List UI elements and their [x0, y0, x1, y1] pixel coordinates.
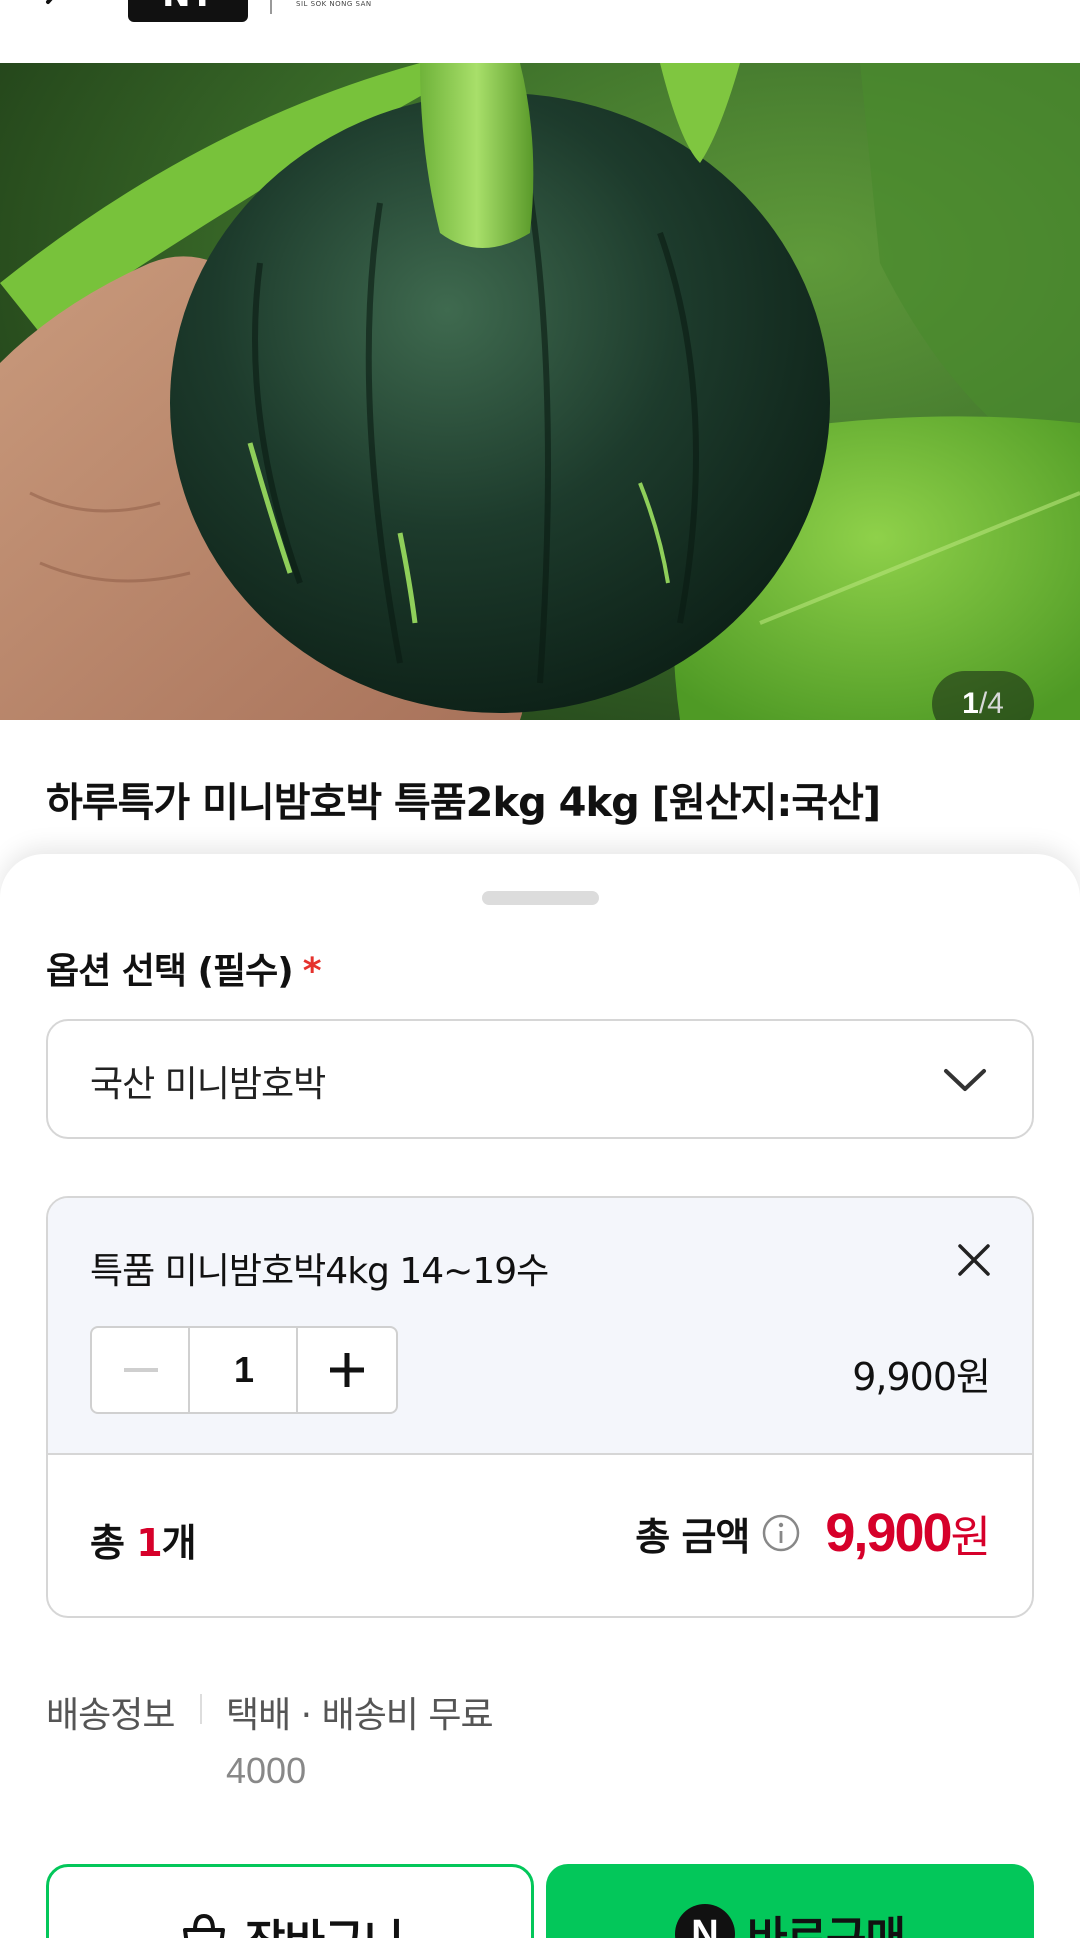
info-icon[interactable] [761, 1513, 801, 1553]
menu-icon[interactable] [972, 0, 1032, 24]
sheet-drag-handle[interactable] [482, 891, 599, 905]
total-amount-label: 총 금액 [635, 1514, 750, 1559]
logo-subtitle: SIL SOK NONG SAN [296, 0, 372, 8]
shipping-method: 택배 · 배송비 무료 [226, 1695, 494, 1736]
plus-icon [330, 1353, 364, 1387]
total-count-value: 1 [136, 1521, 162, 1565]
buy-now-content: N 바로구매 [546, 1902, 1034, 1938]
decrease-button[interactable] [92, 1328, 190, 1412]
close-icon[interactable] [952, 1238, 996, 1282]
quantity-value[interactable]: 1 [192, 1328, 296, 1412]
back-icon[interactable] [34, 0, 78, 24]
cart-icon[interactable] [860, 0, 920, 24]
required-mark: * [302, 951, 322, 992]
product-page: NT SIL SOK NONG SAN [0, 0, 1080, 1938]
option-label: 옵션 선택 (필수) * [46, 942, 322, 994]
counter-current: 1 [962, 687, 979, 720]
buy-now-label: 바로구매 [747, 1902, 906, 1938]
buy-now-button[interactable]: N 바로구매 [546, 1864, 1034, 1938]
selected-item-name: 특품 미니밤호박4kg 14~19수 [90, 1251, 549, 1292]
option-label-text: 옵션 선택 (필수) [46, 951, 294, 992]
naver-pay-icon: N [675, 1904, 736, 1938]
brand-logo[interactable]: NT [128, 0, 248, 22]
add-to-cart-button[interactable]: 장바구니 [46, 1864, 534, 1938]
pumpkin-photo [0, 63, 1080, 720]
product-image-carousel[interactable]: 1/4 [0, 63, 1080, 720]
counter-total: 4 [987, 687, 1004, 720]
purchase-bottom-sheet: 옵션 선택 (필수)* 국산 미니밤호박 특품 미니밤호박4kg 14~19수 [0, 854, 1080, 1938]
total-amount-group: 총 금액 9,900 원 [635, 1498, 991, 1568]
image-counter: 1/4 [932, 671, 1034, 720]
shipping-fee: 4000 [226, 1750, 307, 1791]
total-amount-unit: 원 [950, 1512, 991, 1563]
total-count-suffix: 개 [161, 1521, 197, 1565]
shopping-bag-icon [183, 1913, 226, 1938]
option-selected-value: 국산 미니밤호박 [90, 1064, 326, 1105]
selected-item-row: 특품 미니밤호박4kg 14~19수 1 9,900원 [48, 1198, 1032, 1455]
add-to-cart-label: 장바구니 [245, 1905, 404, 1938]
shipping-divider [200, 1694, 202, 1724]
total-count-prefix: 총 [90, 1521, 125, 1565]
shipping-label: 배송정보 [46, 1695, 175, 1736]
minus-icon [124, 1368, 158, 1372]
logo-divider [270, 0, 272, 14]
add-to-cart-content: 장바구니 [49, 1905, 531, 1938]
selected-item-box: 특품 미니밤호박4kg 14~19수 1 9,900원 총 1개 총 금액 9,… [46, 1196, 1034, 1618]
total-count: 총 1개 [90, 1512, 197, 1567]
top-header: NT SIL SOK NONG SAN [0, 0, 1080, 63]
chevron-down-icon [944, 1069, 986, 1091]
increase-button[interactable] [296, 1328, 394, 1412]
search-icon[interactable] [745, 0, 805, 24]
quantity-stepper: 1 [90, 1326, 398, 1414]
option-select[interactable]: 국산 미니밤호박 [46, 1019, 1034, 1139]
selected-item-price: 9,900원 [852, 1355, 991, 1399]
total-amount-value: 9,900 [825, 1503, 952, 1563]
product-title: 하루특가 미니밤호박 특품2kg 4kg [원산지:국산] [46, 780, 881, 826]
counter-separator: / [978, 687, 988, 720]
